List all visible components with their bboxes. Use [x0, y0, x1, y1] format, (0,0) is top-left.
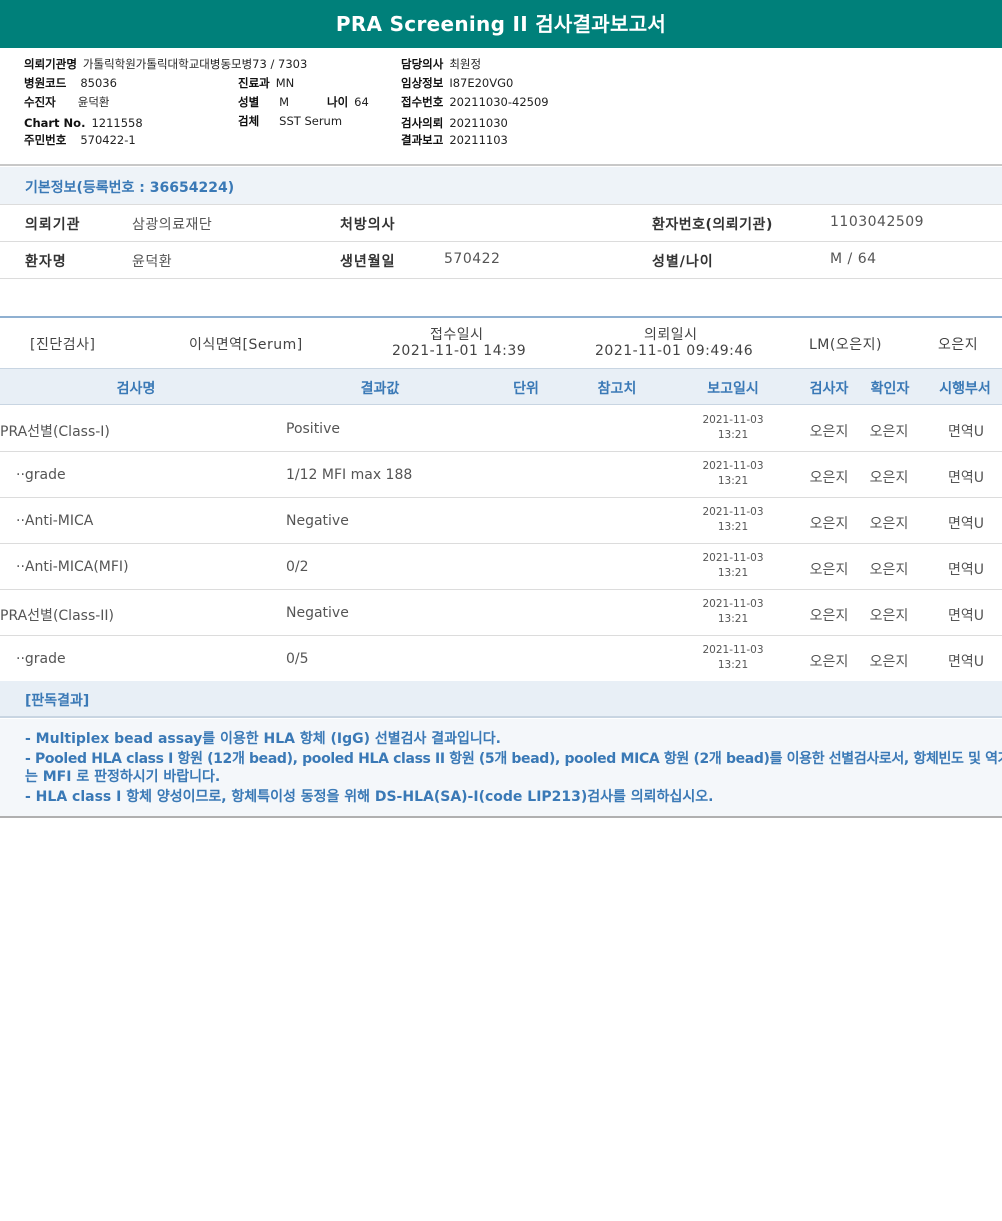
tester: 오은지 — [809, 608, 849, 624]
col-header-name: 검사명 — [116, 381, 156, 397]
test-name: PRA선별(Class-I) — [0, 424, 110, 440]
basic-info-header: 기본정보(등록번호 : 36654224) — [0, 167, 1002, 205]
field-label: 의뢰기관 — [25, 217, 81, 233]
test-result: Positive — [286, 421, 340, 437]
header-field: 성별 M — [238, 95, 290, 109]
table-row: PRA선별(Class-II) Negative 2021-11-03 13:21… — [0, 590, 1002, 636]
header-field: 결과보고 20211103 — [401, 133, 508, 147]
header-field: 나이 64 — [327, 95, 369, 109]
dept: 면역U — [947, 470, 985, 486]
tester: 오은지 — [809, 562, 849, 578]
exam-lm: LM(오은지) — [809, 337, 882, 353]
exam-category: [진단검사] — [30, 337, 96, 353]
interpretation-line: - Multiplex bead assay를 이용한 HLA 항체 (IgG)… — [25, 731, 501, 747]
request-value: 2021-11-01 09:49:46 — [595, 343, 754, 359]
tester: 오은지 — [809, 654, 849, 670]
interpretation-line: 는 MFI 로 판정하시기 바랍니다. — [25, 769, 221, 785]
tester: 오은지 — [809, 470, 849, 486]
test-name: ··grade — [16, 467, 66, 483]
report-datetime: 2021-11-03 13:21 — [702, 552, 764, 579]
exam-technician: 오은지 — [938, 337, 979, 353]
test-result: 0/5 — [286, 651, 309, 667]
test-result: 1/12 MFI max 188 — [286, 467, 413, 483]
report-datetime: 2021-11-03 13:21 — [702, 414, 764, 441]
report-title: PRA Screening II 검사결과보고서 — [0, 0, 1002, 48]
dept: 면역U — [947, 654, 985, 670]
col-header-report-date: 보고일시 — [707, 381, 759, 397]
interpretation-header: [판독결과] — [0, 681, 1002, 718]
interpretation-line: - HLA class I 항체 양성이므로, 항체특이성 동정을 위해 DS-… — [25, 789, 714, 805]
table-row: ··grade 1/12 MFI max 188 2021-11-03 13:21… — [0, 452, 1002, 498]
confirmer: 오은지 — [869, 516, 909, 532]
exam-dept: 이식면역[Serum] — [189, 337, 303, 353]
test-result: Negative — [286, 605, 349, 621]
header-field: 접수번호 20211030-42509 — [401, 95, 549, 109]
header-field: Chart No. 1211558 — [24, 116, 143, 130]
col-header-confirmer: 확인자 — [870, 381, 910, 397]
field-label: 환자명 — [25, 254, 67, 270]
interpretation-body: - Multiplex bead assay를 이용한 HLA 항체 (IgG)… — [0, 719, 1002, 818]
header-field: 검체 SST Serum — [238, 114, 343, 128]
field-label: 환자번호(의뢰기관) — [652, 217, 773, 233]
tester: 오은지 — [809, 424, 849, 440]
confirmer: 오은지 — [869, 470, 909, 486]
report-datetime: 2021-11-03 13:21 — [702, 644, 764, 671]
tester: 오은지 — [809, 516, 849, 532]
report-datetime: 2021-11-03 13:21 — [702, 460, 764, 487]
field-label: 성별/나이 — [652, 254, 714, 270]
field-value: M / 64 — [830, 251, 877, 267]
header-field: 검사의뢰 20211030 — [401, 116, 508, 130]
dept: 면역U — [947, 424, 985, 440]
table-row: ··Anti-MICA Negative 2021-11-03 13:21 오은지… — [0, 498, 1002, 544]
test-name: PRA선별(Class-II) — [0, 608, 115, 624]
exam-info-bar: [진단검사] 이식면역[Serum] 접수일시 2021-11-01 14:39… — [0, 318, 1002, 368]
test-name: ··Anti-MICA(MFI) — [16, 559, 129, 575]
test-name: ··grade — [16, 651, 66, 667]
test-result: 0/2 — [286, 559, 309, 575]
test-result: Negative — [286, 513, 349, 529]
results-table-header: 검사명 결과값 단위 참고치 보고일시 검사자 확인자 시행부서 — [0, 368, 1002, 405]
col-header-dept: 시행부서 — [939, 381, 991, 397]
confirmer: 오은지 — [869, 608, 909, 624]
field-label: 생년월일 — [340, 254, 396, 270]
field-value: 1103042509 — [830, 214, 925, 230]
header-field: 병원코드 85036 — [24, 76, 117, 90]
dept: 면역U — [947, 516, 985, 532]
header-field: 진료과 MN — [238, 76, 295, 90]
confirmer: 오은지 — [869, 424, 909, 440]
field-value: 삼광의료재단 — [132, 217, 213, 233]
col-header-ref: 참고치 — [597, 381, 637, 397]
interpretation-title: [판독결과] — [25, 693, 90, 709]
col-header-tester: 검사자 — [809, 381, 849, 397]
field-value: 570422 — [444, 251, 501, 267]
dept: 면역U — [947, 608, 985, 624]
confirmer: 오은지 — [869, 654, 909, 670]
report-datetime: 2021-11-03 13:21 — [702, 598, 764, 625]
basic-info-row: 환자명 윤덕환 생년월일 570422 성별/나이 M / 64 — [0, 242, 1002, 279]
col-header-unit: 단위 — [513, 381, 539, 397]
divider — [0, 164, 1002, 166]
field-value: 윤덕환 — [132, 254, 173, 270]
test-name: ··Anti-MICA — [16, 513, 94, 529]
confirmer: 오은지 — [869, 562, 909, 578]
header-field: 담당의사 최원정 — [401, 57, 482, 71]
field-label: 처방의사 — [340, 217, 396, 233]
header-field: 수진자 윤덕환 — [24, 95, 110, 109]
basic-info-title: 기본정보(등록번호 : 36654224) — [25, 180, 235, 196]
header-field: 주민번호 570422-1 — [24, 133, 136, 147]
interpretation-line: - Pooled HLA class I 항원 (12개 bead), pool… — [25, 751, 1002, 767]
receipt-value: 2021-11-01 14:39 — [392, 343, 527, 359]
header-field: 임상정보 I87E20VG0 — [401, 76, 514, 90]
table-row: ··grade 0/5 2021-11-03 13:21 오은지 오은지 면역U — [0, 636, 1002, 682]
receipt-label: 접수일시 — [430, 327, 484, 343]
table-row: ··Anti-MICA(MFI) 0/2 2021-11-03 13:21 오은지… — [0, 544, 1002, 590]
col-header-result: 결과값 — [360, 381, 400, 397]
dept: 면역U — [947, 562, 985, 578]
report-datetime: 2021-11-03 13:21 — [702, 506, 764, 533]
basic-info-row: 의뢰기관 삼광의료재단 처방의사 환자번호(의뢰기관) 1103042509 — [0, 205, 1002, 242]
table-row: PRA선별(Class-I) Positive 2021-11-03 13:21 … — [0, 406, 1002, 452]
header-field: 의뢰기관명 가톨릭학원가톨릭대학교대병동모병73 / 7303 — [24, 57, 308, 71]
request-label: 의뢰일시 — [644, 327, 698, 343]
